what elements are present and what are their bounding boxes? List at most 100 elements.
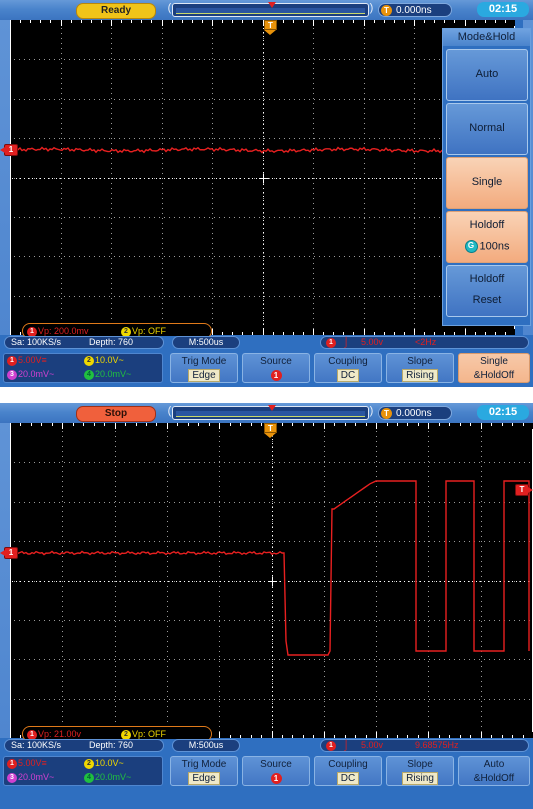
channel-1-setting[interactable]: 1 5.00V≡ <box>7 355 47 366</box>
menu-button-trig-mode[interactable]: Trig Mode Edge <box>170 353 238 383</box>
menu-button-slope-title: Slope <box>407 356 433 367</box>
channel-2-scale: 10.0V <box>95 355 119 365</box>
channel-1-scale: 5.00V <box>18 355 42 365</box>
channel-1-number-2: 1 <box>7 758 17 769</box>
channel-4-scale-2: 20.0mV <box>95 772 127 782</box>
menu-button-mode-holdoff-2[interactable]: Auto &HoldOff <box>458 756 530 786</box>
waveform-trace <box>11 480 530 656</box>
trigger-position-marker[interactable]: T <box>264 20 277 35</box>
run-status-badge-2[interactable]: Stop <box>76 406 156 422</box>
side-menu-item-holdoff-reset-label1: Holdoff <box>469 273 505 285</box>
channel-4-setting[interactable]: 4 20.0mV~ <box>84 369 131 380</box>
run-status-badge[interactable]: Ready <box>76 3 156 19</box>
menu-button-source-2[interactable]: Source 1 <box>242 756 310 786</box>
trigger-level-marker-right[interactable]: T <box>515 484 533 496</box>
menu-button-mode-holdoff-value: &HoldOff <box>473 370 515 381</box>
memory-depth-value: Depth: 760 <box>89 337 134 347</box>
trigger-badge-icon: T <box>381 5 392 16</box>
channel-2-number-2: 2 <box>84 758 94 769</box>
rising-edge-icon-2: ⌡ <box>343 740 350 751</box>
menu-button-source[interactable]: Source 1 <box>242 353 310 383</box>
trigger-source-number: 1 <box>326 338 336 348</box>
left-side-rail <box>0 20 10 335</box>
waveform-graticule-2[interactable] <box>10 423 533 738</box>
trigger-marker-label: T <box>264 20 277 30</box>
menu-button-slope[interactable]: Slope Rising <box>386 353 454 383</box>
channel-3-scale-2: 20.0mV <box>18 772 50 782</box>
trigger-marker-tip-icon <box>264 30 276 35</box>
memory-bar-right-cap-2: ) <box>369 405 374 417</box>
channel-4-coupling-icon-2: ~ <box>126 772 132 782</box>
trigger-position-marker-2[interactable]: T <box>264 423 277 438</box>
clock-readout-2: 02:15 <box>477 405 529 420</box>
channel-1-setting-2[interactable]: 1 5.00V≡ <box>7 758 47 769</box>
menu-button-slope-2[interactable]: Slope Rising <box>386 756 454 786</box>
channel-2-coupling-icon-2: ~ <box>118 758 124 768</box>
menu-button-slope-value: Rising <box>387 369 453 382</box>
rising-edge-icon: ⌡ <box>343 337 350 348</box>
measure-ch1-value-2: Vp: 21.00v <box>38 729 82 739</box>
channel-settings-box-2[interactable]: 1 5.00V≡ 2 10.0V~ 3 20.0mV~ 4 20.0mV~ <box>3 756 163 786</box>
channel-3-coupling-icon-2: ~ <box>49 772 55 782</box>
trigger-time-value-2: 0.000ns <box>396 408 432 419</box>
side-menu-item-normal-label: Normal <box>469 122 505 134</box>
channel-1-number: 1 <box>7 355 17 366</box>
waveform-graticule[interactable] <box>10 20 515 335</box>
waveform-trace <box>11 146 513 154</box>
waveform-ch1-square-burst <box>11 480 530 656</box>
menu-button-trig-mode-title: Trig Mode <box>181 356 227 367</box>
menu-button-coupling-value: DC <box>315 369 381 382</box>
menu-button-coupling-value-2: DC <box>315 772 381 785</box>
channel-3-scale: 20.0mV <box>18 369 50 379</box>
menu-button-source-value: 1 <box>243 370 309 381</box>
channel-settings-box[interactable]: 1 5.00V≡ 2 10.0V~ 3 20.0mV~ 4 20.0mV~ <box>3 353 163 383</box>
channel-3-number-2: 3 <box>7 772 17 783</box>
menu-button-trig-mode-2[interactable]: Trig Mode Edge <box>170 756 238 786</box>
timebase-pill-2: M:500us <box>172 739 240 752</box>
side-menu-title: Mode&Hold <box>443 29 530 46</box>
side-menu-item-single[interactable]: Single <box>446 157 528 209</box>
channel-3-setting-2[interactable]: 3 20.0mV~ <box>7 772 54 783</box>
channel-3-number: 3 <box>7 369 17 380</box>
channel-1-level-marker[interactable]: 1 <box>0 144 18 156</box>
memory-trigger-pointer-icon-2 <box>268 405 276 411</box>
acquisition-info-pill-2: Sa: 100KS/s Depth: 760 <box>4 739 164 752</box>
channel-2-number: 2 <box>84 355 94 366</box>
bottom-menu-bar-2: 1 5.00V≡ 2 10.0V~ 3 20.0mV~ 4 20.0mV~ Trig M… <box>0 755 533 787</box>
trigger-source-number-2: 1 <box>326 741 336 751</box>
menu-button-source-title-2: Source <box>260 759 292 770</box>
mode-holdoff-side-menu: Mode&Hold Auto Normal Single Holdoff G 10… <box>442 28 531 326</box>
side-menu-item-normal[interactable]: Normal <box>446 103 528 155</box>
oscilloscope-screen-top: Ready ( ) T 0.000ns 02:15 T 1 1 Vp: 200.0… <box>0 0 533 387</box>
top-status-bar-2: Stop ( ) T 0.000ns 02:15 <box>0 403 533 423</box>
side-menu-item-holdoff-reset[interactable]: Holdoff Reset <box>446 265 528 317</box>
side-menu-item-auto[interactable]: Auto <box>446 49 528 101</box>
info-bar: Sa: 100KS/s Depth: 760 M:500us 1 ⌡ 5.00v… <box>0 336 533 350</box>
memory-trigger-pointer-icon <box>268 2 276 8</box>
left-side-rail-2 <box>0 423 10 738</box>
trigger-level-value-2: 5.00v <box>361 740 384 750</box>
channel-2-scale-2: 10.0V <box>95 758 119 768</box>
waveform-ch1-flat-dc <box>11 146 513 154</box>
memory-bar-right-cap: ) <box>369 2 374 14</box>
trigger-frequency-value: <2Hz <box>415 337 437 347</box>
trigger-time-value: 0.000ns <box>396 5 432 16</box>
side-menu-item-holdoff[interactable]: Holdoff G 100ns <box>446 211 528 263</box>
measure-ch2-value: Vp: OFF <box>132 326 167 336</box>
memory-depth-value-2: Depth: 760 <box>89 740 134 750</box>
channel-1-level-marker-2[interactable]: 1 <box>0 547 18 559</box>
channel-3-setting[interactable]: 3 20.0mV~ <box>7 369 54 380</box>
channel-4-setting-2[interactable]: 4 20.0mV~ <box>84 772 131 783</box>
clock-readout: 02:15 <box>477 2 529 17</box>
menu-button-slope-value-2: Rising <box>387 772 453 785</box>
menu-button-coupling[interactable]: Coupling DC <box>314 353 382 383</box>
channel-2-setting-2[interactable]: 2 10.0V~ <box>84 758 124 769</box>
measure-ch1-value: Vp: 200.0mv <box>38 326 89 336</box>
channel-1-scale-2: 5.00V <box>18 758 42 768</box>
channel-2-setting[interactable]: 2 10.0V~ <box>84 355 124 366</box>
acquisition-info-pill: Sa: 100KS/s Depth: 760 <box>4 336 164 349</box>
menu-button-coupling-2[interactable]: Coupling DC <box>314 756 382 786</box>
menu-button-mode-holdoff-title-2: Auto <box>483 759 505 770</box>
menu-button-mode-holdoff[interactable]: Single &HoldOff <box>458 353 530 383</box>
measure-ch2-value-2: Vp: OFF <box>132 729 167 739</box>
